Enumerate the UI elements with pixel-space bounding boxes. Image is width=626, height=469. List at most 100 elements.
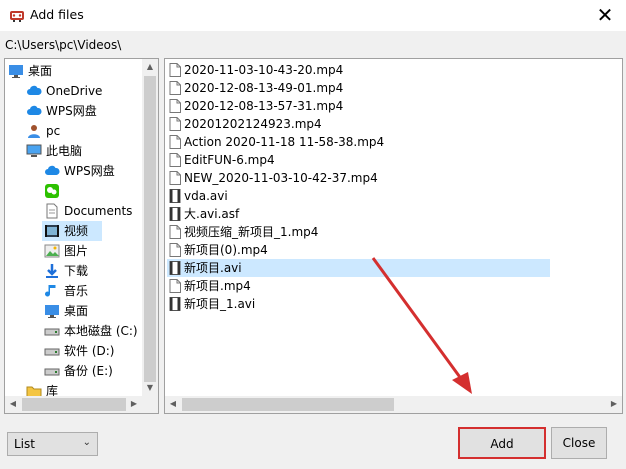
music-icon	[45, 285, 56, 297]
tree-item[interactable]: WPS网盘	[44, 161, 142, 181]
tree-item-label: 桌面	[64, 304, 89, 318]
file-icon	[169, 135, 181, 149]
video-file-icon	[169, 261, 181, 275]
tree-item-label: 桌面	[28, 64, 53, 78]
pictures-folder-icon	[44, 244, 60, 258]
tree-item-label: 视频	[64, 224, 89, 238]
cloud-icon	[45, 165, 60, 175]
close-icon[interactable]: ✕	[592, 2, 618, 28]
file-icon	[169, 171, 181, 185]
file-icon	[169, 225, 181, 239]
tree-item[interactable]: 桌面	[8, 61, 142, 81]
drive-icon	[44, 328, 60, 336]
scroll-thumb[interactable]	[144, 76, 156, 382]
scroll-left-icon[interactable]: ◀	[165, 396, 181, 412]
tree-item[interactable]: 本地磁盘 (C:)	[44, 321, 142, 341]
scroll-right-icon[interactable]: ▶	[126, 396, 142, 412]
tree-item[interactable]: pc	[26, 121, 142, 141]
tree-item-label: OneDrive	[46, 84, 103, 98]
scroll-down-icon[interactable]: ▼	[142, 380, 158, 396]
app-icon	[10, 11, 24, 22]
title-bar: Add files ✕	[0, 0, 626, 31]
drive-icon	[44, 368, 60, 376]
tree-item-label: pc	[46, 124, 61, 138]
tree-vertical-scrollbar[interactable]: ▲ ▼	[142, 59, 158, 413]
tree-item[interactable]	[44, 181, 142, 201]
tree-horizontal-scrollbar[interactable]: ◀ ▶	[5, 396, 158, 413]
tree-item[interactable]: 音乐	[44, 281, 142, 301]
file-name: 视频压缩_新项目_1.mp4	[184, 225, 319, 239]
video-file-icon	[169, 297, 181, 311]
tree-item-label: 软件 (D:)	[64, 344, 115, 358]
video-file-icon	[169, 207, 181, 221]
file-list-horizontal-scrollbar[interactable]: ◀ ▶	[165, 396, 622, 413]
cloud-icon	[27, 105, 42, 115]
file-list[interactable]: 2020-11-03-10-43-20.mp4 2020-12-08-13-49-…	[164, 58, 623, 414]
tree-item[interactable]: Documents	[44, 201, 142, 221]
file-name: 新项目(0).mp4	[184, 243, 268, 257]
chevron-down-icon: ⌄	[82, 437, 91, 448]
scroll-thumb[interactable]	[182, 398, 394, 411]
download-icon	[46, 264, 58, 278]
tree-item-label: 图片	[64, 244, 89, 258]
video-folder-icon	[45, 225, 59, 237]
tree-item[interactable]: 软件 (D:)	[44, 341, 142, 361]
tree-item-label: 本地磁盘 (C:)	[64, 324, 138, 338]
tree-item[interactable]: OneDrive	[26, 81, 142, 101]
tree-item-label: 音乐	[64, 284, 89, 298]
file-name: 大.avi.asf	[184, 207, 240, 221]
view-mode-select[interactable]: List ⌄	[7, 432, 98, 456]
tree-item-label: WPS网盘	[64, 164, 115, 178]
tree-item[interactable]: WPS网盘	[26, 101, 142, 121]
video-file-icon	[169, 189, 181, 203]
drive-icon	[44, 348, 60, 356]
tree-item-label: 下载	[64, 264, 89, 278]
file-name: 2020-12-08-13-49-01.mp4	[184, 81, 344, 95]
file-name: 新项目.avi	[184, 261, 242, 275]
current-path: C:\Users\pc\Videos\	[5, 38, 122, 52]
tree-item[interactable]: 视频	[42, 221, 142, 241]
tree-item[interactable]: 桌面	[44, 301, 142, 321]
scroll-up-icon[interactable]: ▲	[142, 59, 158, 75]
tree-item-label: 此电脑	[46, 144, 83, 158]
tree-item[interactable]: 下载	[44, 261, 142, 281]
file-row[interactable]: 新项目.avi	[167, 259, 550, 277]
file-name: vda.avi	[184, 189, 228, 203]
file-name: 新项目.mp4	[184, 279, 251, 293]
tree-item-label: Documents	[64, 204, 133, 218]
tree-item[interactable]: 备份 (E:)	[44, 361, 142, 381]
user-icon	[28, 125, 40, 138]
window-title: Add files	[30, 7, 84, 22]
wechat-icon	[45, 184, 59, 198]
file-name: 20201202124923.mp4	[184, 117, 322, 131]
document-icon	[46, 203, 58, 219]
file-icon	[169, 117, 181, 131]
view-mode-value: List	[14, 437, 35, 451]
tree-item-label: 备份 (E:)	[64, 364, 113, 378]
add-button[interactable]: Add	[458, 427, 546, 459]
tree-item[interactable]: 图片	[44, 241, 142, 261]
file-icon	[169, 63, 181, 77]
file-icon	[169, 81, 181, 95]
file-name: Action 2020-11-18 11-58-38.mp4	[184, 135, 385, 149]
file-icon	[169, 99, 181, 113]
tree-item[interactable]: 此电脑	[26, 141, 142, 161]
computer-icon	[26, 144, 42, 157]
file-icon	[169, 153, 181, 167]
scroll-thumb[interactable]	[22, 398, 126, 411]
close-button[interactable]: Close	[551, 427, 607, 459]
file-name: 2020-12-08-13-57-31.mp4	[184, 99, 344, 113]
file-icon	[169, 243, 181, 257]
file-name: 2020-11-03-10-43-20.mp4	[184, 63, 344, 77]
folder-tree[interactable]: 桌面 OneDrive WPS网盘 pc 此电脑 WPS网盘 Documents 视频图片下载…	[4, 58, 159, 414]
file-name: 新项目_1.avi	[184, 297, 256, 311]
scroll-right-icon[interactable]: ▶	[606, 396, 622, 412]
scroll-left-icon[interactable]: ◀	[5, 396, 21, 412]
file-name: NEW_2020-11-03-10-42-37.mp4	[184, 171, 378, 185]
tree-item-label: WPS网盘	[46, 104, 97, 118]
file-name: EditFUN-6.mp4	[184, 153, 275, 167]
file-icon	[169, 279, 181, 293]
desktop-icon	[45, 305, 59, 318]
cloud-icon	[27, 85, 42, 95]
desktop-icon	[9, 65, 23, 78]
